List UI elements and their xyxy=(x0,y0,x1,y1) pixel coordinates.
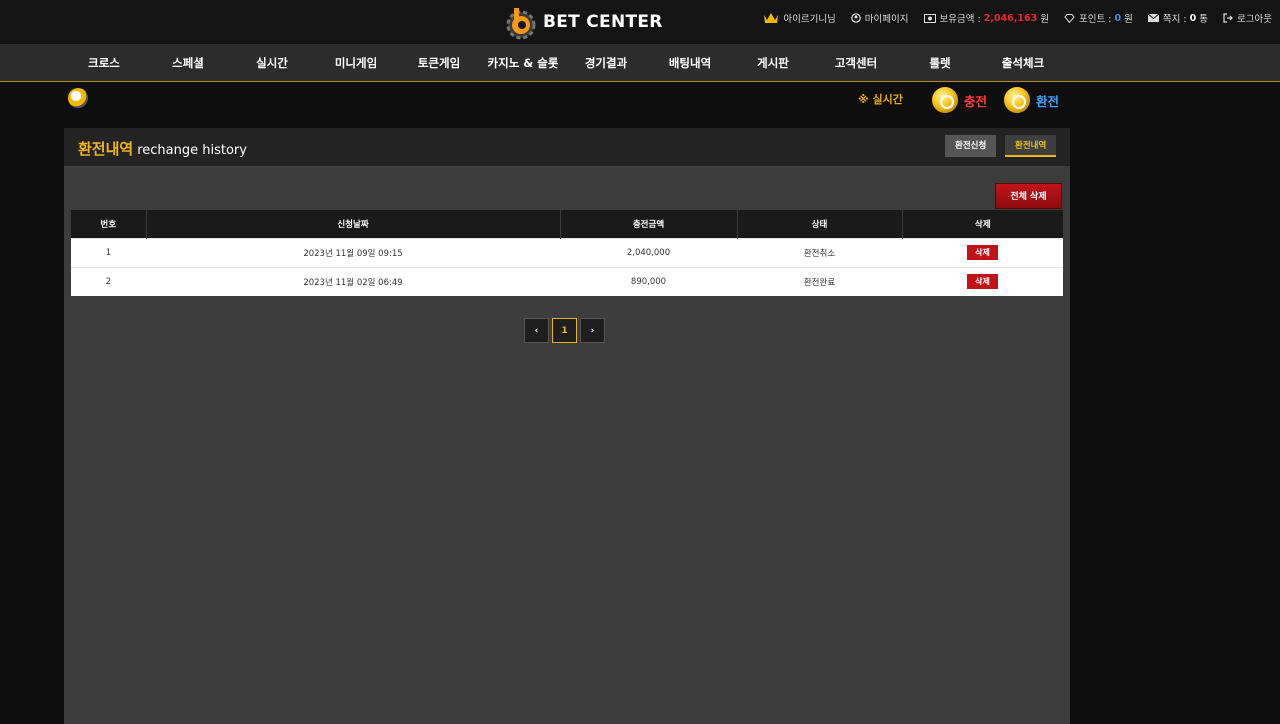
logo-text: BET CENTER xyxy=(543,12,663,32)
nav-item-attendance[interactable]: 출석체크 xyxy=(1002,44,1044,82)
point-unit: 원 xyxy=(1124,14,1133,25)
pagination: ‹ 1 › xyxy=(524,318,608,343)
top-bar: BET CENTER 아이르기니님 마이페이지 보유금액 : 2,046,163… xyxy=(0,0,1280,44)
point-item: 포인트 : 0 원 xyxy=(1064,11,1133,25)
page-button-current[interactable]: 1 xyxy=(552,318,577,343)
exchange-coin-icon xyxy=(1004,87,1030,113)
site-logo[interactable]: BET CENTER xyxy=(503,2,663,42)
exchange-button[interactable]: 환전 xyxy=(1004,87,1059,113)
main-nav: 크로스 스페셜 실시간 미니게임 토큰게임 카지노 & 슬롯 경기결과 배팅내역… xyxy=(0,44,1280,82)
table-row: 1 2023년 11월 09일 09:15 2,040,000 환전취소 삭제 xyxy=(71,237,1063,267)
delete-all-button[interactable]: 전체 삭제 xyxy=(995,183,1062,209)
charge-coin-icon xyxy=(932,87,958,113)
prev-page-button[interactable]: ‹ xyxy=(524,318,549,343)
panel-header: 환전내역 rechange history 환전신청 환전내역 xyxy=(64,128,1070,166)
note-unit: 통 xyxy=(1199,14,1209,25)
row-delete-button[interactable]: 삭제 xyxy=(967,274,998,290)
user-name: 아이르기니님 xyxy=(783,14,836,25)
user-bar: 아이르기니님 마이페이지 보유금액 : 2,046,163 원 포인트 : 0 … xyxy=(748,11,1272,25)
cell-status: 환전완료 xyxy=(737,266,902,296)
user-circle-icon xyxy=(850,13,861,23)
nav-item-cross[interactable]: 크로스 xyxy=(88,44,120,82)
cell-amount: 890,000 xyxy=(560,266,737,296)
nav-item-special[interactable]: 스페셜 xyxy=(172,44,204,82)
col-header-status: 상태 xyxy=(736,210,902,238)
next-page-button[interactable]: › xyxy=(580,318,605,343)
nav-item-token-game[interactable]: 토큰게임 xyxy=(418,44,460,82)
nav-item-casino-slot[interactable]: 카지노 & 슬롯 xyxy=(488,44,559,82)
charge-label: 충전 xyxy=(964,93,988,109)
nav-item-results[interactable]: 경기결과 xyxy=(585,44,627,82)
nav-item-live[interactable]: 실시간 xyxy=(256,44,288,82)
note-label: 쪽지 : xyxy=(1162,14,1187,25)
note-item[interactable]: 쪽지 : 0 통 xyxy=(1147,11,1209,25)
logo-gear-icon xyxy=(503,4,539,40)
table-header-row: 번호 신청날짜 충전금액 상태 삭제 xyxy=(71,210,1063,238)
nav-item-bet-history[interactable]: 배팅내역 xyxy=(669,44,711,82)
note-value: 0 xyxy=(1189,12,1197,24)
cell-amount: 2,040,000 xyxy=(560,237,737,267)
page-title-ko: 환전내역 xyxy=(78,140,134,158)
col-header-date: 신청날짜 xyxy=(145,210,560,238)
sound-icon[interactable] xyxy=(68,88,88,108)
col-header-delete: 삭제 xyxy=(901,210,1063,238)
balance-value: 2,046,163 xyxy=(983,12,1038,24)
nav-item-support[interactable]: 고객센터 xyxy=(835,44,877,82)
history-panel: 환전내역 rechange history 환전신청 환전내역 전체 삭제 번호 … xyxy=(64,128,1070,724)
logout-icon xyxy=(1223,13,1233,23)
logout-label: 로그아웃 xyxy=(1237,14,1272,25)
cell-date: 2023년 11월 02일 06:49 xyxy=(146,266,560,296)
charge-button[interactable]: 충전 xyxy=(932,87,987,113)
money-icon xyxy=(923,13,936,23)
table-row: 2 2023년 11월 02일 06:49 890,000 환전완료 삭제 xyxy=(71,266,1063,296)
balance-unit: 원 xyxy=(1040,14,1049,25)
crown-icon xyxy=(764,13,779,23)
tab-exchange-history[interactable]: 환전내역 xyxy=(1005,135,1057,157)
balance-item: 보유금액 : 2,046,163 원 xyxy=(923,11,1049,25)
nav-item-board[interactable]: 게시판 xyxy=(757,44,789,82)
col-header-number: 번호 xyxy=(100,219,117,230)
cell-delete: 삭제 xyxy=(902,237,1063,267)
exchange-label: 환전 xyxy=(1036,93,1060,109)
realtime-link[interactable]: ※ 실시간 xyxy=(858,91,903,107)
nav-item-roulette[interactable]: 룰렛 xyxy=(929,44,950,82)
nav-item-minigame[interactable]: 미니게임 xyxy=(335,44,377,82)
diamond-icon xyxy=(1064,13,1075,23)
col-header-amount: 충전금액 xyxy=(559,210,737,238)
mypage-label: 마이페이지 xyxy=(864,14,909,25)
page-title-en: rechange history xyxy=(137,143,247,158)
balance-label: 보유금액 : xyxy=(939,14,981,25)
cell-number: 2 xyxy=(71,266,146,296)
row-delete-button[interactable]: 삭제 xyxy=(967,245,998,260)
mypage-link[interactable]: 마이페이지 xyxy=(850,11,909,25)
sub-bar: ※ 실시간 충전 환전 xyxy=(0,83,1280,127)
cell-delete: 삭제 xyxy=(902,266,1063,296)
history-table: 번호 신청날짜 충전금액 상태 삭제 1 2023년 11월 09일 09:15… xyxy=(71,210,1063,296)
tab-exchange-apply[interactable]: 환전신청 xyxy=(945,135,997,157)
envelope-icon xyxy=(1147,14,1159,22)
cell-number: 1 xyxy=(71,237,146,267)
point-value: 0 xyxy=(1114,12,1122,24)
user-name-item[interactable]: 아이르기니님 xyxy=(763,11,836,25)
logout-link[interactable]: 로그아웃 xyxy=(1223,11,1272,25)
cell-status: 환전취소 xyxy=(737,237,902,267)
page-title: 환전내역 rechange history xyxy=(78,138,247,159)
cell-date: 2023년 11월 09일 09:15 xyxy=(146,237,560,267)
point-label: 포인트 : xyxy=(1079,14,1112,25)
